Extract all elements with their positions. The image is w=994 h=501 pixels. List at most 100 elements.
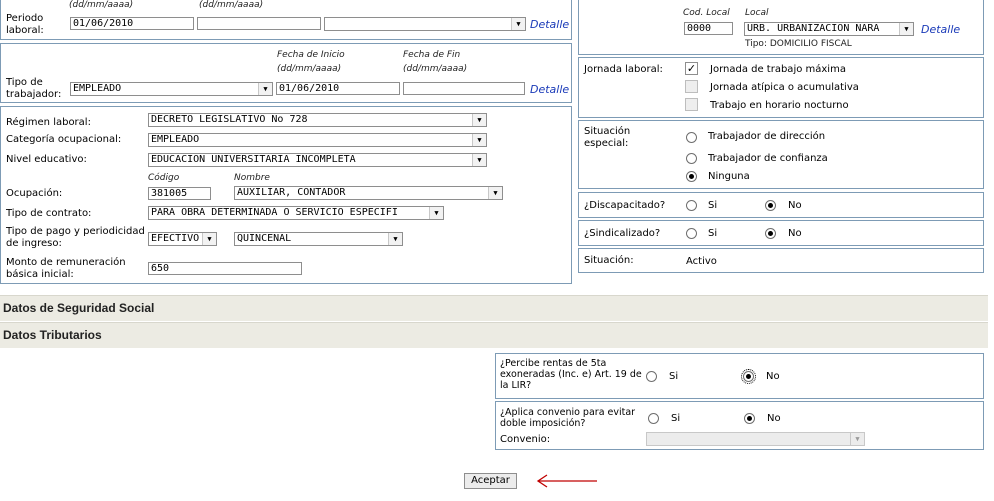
jornada-nocturno-checkbox[interactable] [685, 98, 698, 111]
nombre-hint: Nombre [234, 173, 270, 183]
regimen-value: DECRETO LEGISLATIVO No 728 [151, 114, 308, 125]
periodo-reason-select[interactable]: ▼ [324, 17, 526, 31]
pago-label: Tipo de pago y periodicidad de ingreso: [6, 226, 145, 249]
discapacitado-si-label: Si [708, 200, 718, 211]
local-tipo-text: Tipo: DOMICILIO FISCAL [745, 39, 852, 49]
categoria-select[interactable]: EMPLEADO ▼ [148, 133, 487, 147]
local-section: Cod. Local Local 0000 URB. URBANIZACION … [578, 0, 984, 55]
convenio-label: ¿Aplica convenio para evitar doble impos… [500, 407, 636, 429]
ninguna-label: Ninguna [708, 171, 750, 182]
situacion-especial-label: Situación especial: [584, 126, 631, 149]
discapacitado-no-radio[interactable] [765, 200, 776, 211]
local-value: URB. URBANIZACION NARA [747, 23, 880, 34]
discapacitado-label: ¿Discapacitado? [584, 200, 666, 211]
situacion-section: Situación: Activo [578, 248, 984, 273]
ocupacion-nombre-value: AUXILIAR, CONTADOR [237, 187, 346, 198]
discapacitado-no-label: No [788, 200, 802, 211]
discapacitado-section: ¿Discapacitado? Si No [578, 192, 984, 218]
categoria-value: EMPLEADO [151, 134, 200, 145]
tipo-trabajador-end-input[interactable] [403, 82, 525, 95]
fecha-inicio-hint: Fecha de Inicio [277, 50, 345, 60]
nivel-value: EDUCACION UNIVERSITARIA INCOMPLETA [151, 154, 356, 165]
rentas-section: ¿Percibe rentas de 5ta exoneradas (Inc. … [495, 353, 984, 399]
local-select[interactable]: URB. URBANIZACION NARA ▼ [744, 22, 914, 36]
rentas-si-label: Si [669, 371, 679, 382]
jornada-atipica-label: Jornada atípica o acumulativa [710, 82, 859, 93]
convenio-si-label: Si [671, 413, 681, 424]
periodo-end-input[interactable] [197, 17, 321, 30]
monto-input[interactable]: 650 [148, 262, 302, 275]
jornada-label: Jornada laboral: [584, 64, 663, 75]
convenio-si-radio[interactable] [648, 413, 659, 424]
periodo-detail-link[interactable]: Detalle [530, 18, 569, 31]
nivel-label: Nivel educativo: [6, 154, 87, 165]
local-detail-link[interactable]: Detalle [921, 23, 960, 36]
rentas-no-radio[interactable] [741, 369, 756, 384]
chevron-down-icon: ▼ [511, 18, 525, 30]
datos-tributarios-header[interactable]: Datos Tributarios [0, 322, 988, 348]
contrato-label: Tipo de contrato: [6, 208, 92, 219]
aceptar-button[interactable]: Aceptar [464, 473, 517, 489]
regimen-select[interactable]: DECRETO LEGISLATIVO No 728 ▼ [148, 113, 487, 127]
fecha-fin-hint: Fecha de Fin [403, 50, 461, 60]
sindicalizado-section: ¿Sindicalizado? Si No [578, 220, 984, 246]
ocupacion-codigo-input[interactable]: 381005 [148, 187, 211, 200]
sindicalizado-si-radio[interactable] [686, 228, 697, 239]
trabajador-direccion-label: Trabajador de dirección [708, 131, 826, 142]
tipo-trabajador-start-input[interactable]: 01/06/2010 [276, 82, 400, 95]
jornada-maxima-checkbox[interactable]: ✓ [685, 62, 698, 75]
trabajador-confianza-label: Trabajador de confianza [708, 153, 828, 164]
rentas-si-radio[interactable] [646, 371, 657, 382]
tipo-trabajador-section: Fecha de Inicio Fecha de Fin (dd/mm/aaaa… [0, 43, 572, 103]
convenio-no-radio[interactable] [744, 413, 755, 424]
convenio-select[interactable]: ▼ [646, 432, 865, 446]
convenio-no-label: No [767, 413, 781, 424]
periodo-start-format-hint: (dd/mm/aaaa) [69, 0, 134, 10]
pago-tipo-value: EFECTIVO [151, 233, 200, 244]
ocupacion-nombre-select[interactable]: AUXILIAR, CONTADOR ▼ [234, 186, 503, 200]
cod-local-input[interactable]: 0000 [684, 22, 733, 35]
datos-laborales-section: Régimen laboral: DECRETO LEGISLATIVO No … [0, 106, 572, 284]
situacion-especial-section: Situación especial: Trabajador de direcc… [578, 120, 984, 189]
pago-tipo-select[interactable]: EFECTIVO ▼ [148, 232, 217, 246]
jornada-atipica-checkbox[interactable] [685, 80, 698, 93]
codigo-hint: Código [148, 173, 180, 183]
chevron-down-icon: ▼ [850, 433, 864, 445]
discapacitado-si-radio[interactable] [686, 200, 697, 211]
contrato-select[interactable]: PARA OBRA DETERMINADA O SERVICIO ESPECIF… [148, 206, 444, 220]
chevron-down-icon: ▼ [899, 23, 913, 35]
trabajador-confianza-radio[interactable] [686, 153, 697, 164]
categoria-label: Categoría ocupacional: [6, 134, 122, 145]
jornada-nocturno-label: Trabajo en horario nocturno [710, 100, 849, 111]
regimen-label: Régimen laboral: [6, 117, 91, 128]
periodo-end-format-hint: (dd/mm/aaaa) [199, 0, 264, 10]
chevron-down-icon: ▼ [472, 154, 486, 166]
chevron-down-icon: ▼ [258, 83, 272, 95]
chevron-down-icon: ▼ [472, 114, 486, 126]
red-arrow-icon [536, 474, 597, 488]
jornada-maxima-label: Jornada de trabajo máxima [710, 64, 846, 75]
nivel-select[interactable]: EDUCACION UNIVERSITARIA INCOMPLETA ▼ [148, 153, 487, 167]
sindicalizado-no-radio[interactable] [765, 228, 776, 239]
chevron-down-icon: ▼ [388, 233, 402, 245]
ninguna-radio[interactable] [686, 171, 697, 182]
chevron-down-icon: ▼ [202, 233, 216, 245]
pago-periodo-value: QUINCENAL [237, 233, 292, 244]
situacion-label: Situación: [584, 255, 634, 266]
contrato-value: PARA OBRA DETERMINADA O SERVICIO ESPECIF… [151, 207, 398, 218]
chevron-down-icon: ▼ [472, 134, 486, 146]
ocupacion-label: Ocupación: [6, 188, 63, 199]
trabajador-direccion-radio[interactable] [686, 132, 697, 143]
pago-periodo-select[interactable]: QUINCENAL ▼ [234, 232, 403, 246]
seguridad-social-header[interactable]: Datos de Seguridad Social [0, 295, 988, 321]
convenio-section: ¿Aplica convenio para evitar doble impos… [495, 401, 984, 450]
fecha-fin-format-hint: (dd/mm/aaaa) [403, 64, 468, 74]
periodo-start-input[interactable]: 01/06/2010 [70, 17, 194, 30]
fecha-inicio-format-hint: (dd/mm/aaaa) [277, 64, 342, 74]
tipo-trabajador-select[interactable]: EMPLEADO ▼ [70, 82, 273, 96]
rentas-no-label: No [766, 371, 780, 382]
jornada-section: Jornada laboral: ✓ Jornada de trabajo má… [578, 57, 984, 118]
sindicalizado-si-label: Si [708, 228, 718, 239]
chevron-down-icon: ▼ [429, 207, 443, 219]
tipo-trabajador-detail-link[interactable]: Detalle [530, 83, 569, 96]
